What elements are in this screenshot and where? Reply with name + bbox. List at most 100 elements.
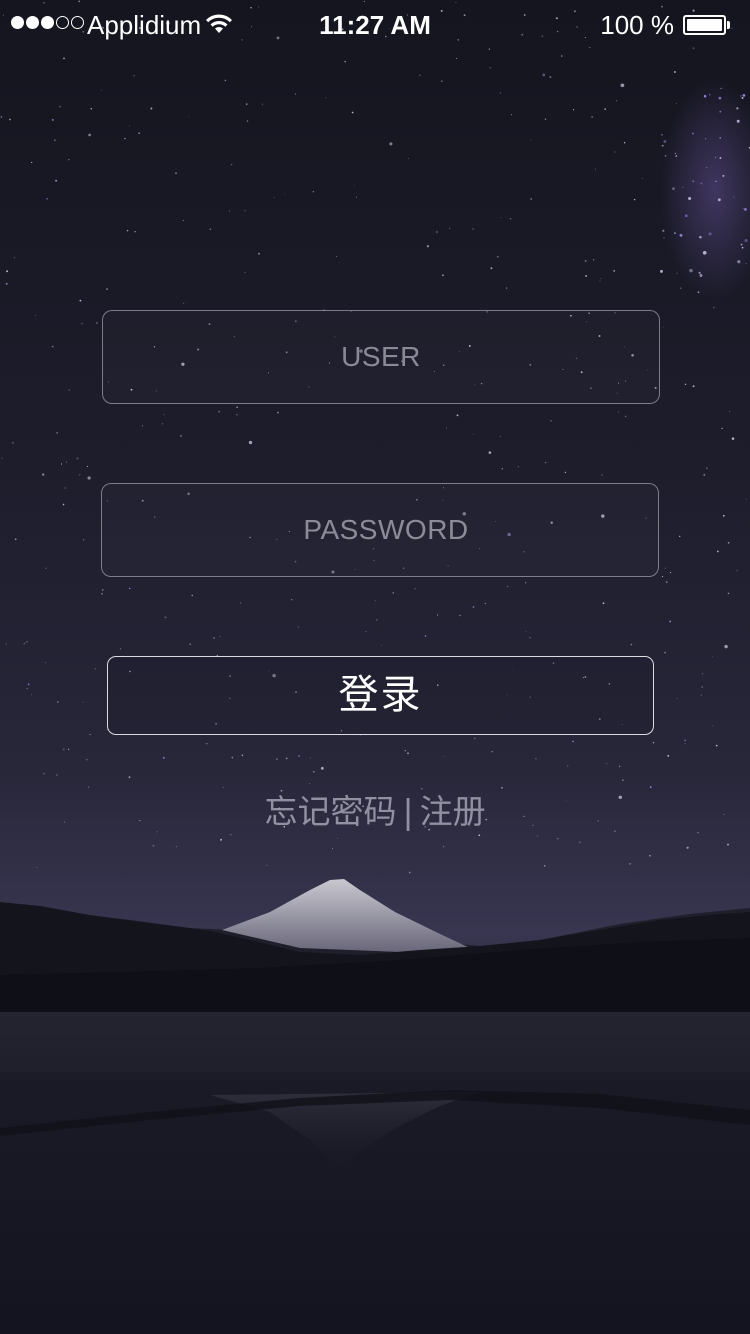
star xyxy=(414,588,416,590)
star xyxy=(472,228,475,230)
star xyxy=(436,231,438,233)
star xyxy=(182,302,185,305)
star xyxy=(404,750,406,752)
star xyxy=(709,94,711,96)
star xyxy=(676,272,678,274)
star xyxy=(699,274,703,277)
star xyxy=(629,863,631,865)
star xyxy=(88,133,91,137)
star xyxy=(392,592,394,594)
star xyxy=(68,389,70,391)
star xyxy=(724,644,728,649)
star xyxy=(65,461,68,463)
star xyxy=(222,786,224,788)
star xyxy=(544,118,547,120)
star xyxy=(119,648,122,650)
star xyxy=(142,425,143,427)
star xyxy=(676,698,678,700)
star xyxy=(606,763,608,765)
star xyxy=(45,567,47,569)
star xyxy=(90,107,93,110)
star xyxy=(700,694,702,696)
star xyxy=(67,748,70,750)
star xyxy=(602,602,605,605)
star xyxy=(241,754,244,757)
star xyxy=(164,616,167,619)
star xyxy=(228,210,230,212)
password-field[interactable] xyxy=(101,483,664,577)
star xyxy=(78,474,81,476)
star xyxy=(11,441,14,444)
star xyxy=(26,687,28,690)
star xyxy=(601,474,603,476)
login-button[interactable]: 登录 xyxy=(107,656,654,735)
star xyxy=(335,255,337,257)
star xyxy=(740,243,743,246)
star xyxy=(530,198,532,200)
star xyxy=(76,457,79,460)
star xyxy=(572,109,575,111)
star xyxy=(244,210,246,212)
star xyxy=(698,271,701,274)
star xyxy=(245,103,248,105)
star xyxy=(55,179,58,182)
star xyxy=(86,759,88,761)
star xyxy=(692,180,695,183)
star xyxy=(624,415,627,418)
star xyxy=(213,637,215,639)
star xyxy=(478,834,481,837)
forgot-password-link[interactable]: 忘记密码 xyxy=(264,792,396,831)
star xyxy=(220,838,223,841)
star xyxy=(702,673,704,675)
star xyxy=(236,406,238,408)
star xyxy=(733,196,735,198)
star xyxy=(700,182,703,185)
star xyxy=(128,125,130,127)
star xyxy=(134,231,136,233)
star xyxy=(31,694,33,696)
star xyxy=(128,776,131,779)
star xyxy=(83,539,85,541)
star xyxy=(294,93,297,95)
star xyxy=(424,635,427,637)
username-field[interactable] xyxy=(102,310,660,404)
star xyxy=(175,172,177,175)
star xyxy=(261,103,263,105)
star xyxy=(101,89,102,91)
battery-cap xyxy=(727,21,730,29)
star xyxy=(36,866,38,868)
register-link[interactable]: 注册 xyxy=(420,792,486,831)
star xyxy=(567,765,569,767)
star xyxy=(351,111,354,114)
star xyxy=(1,457,3,459)
star xyxy=(599,280,601,283)
star xyxy=(741,246,744,249)
star xyxy=(652,742,655,744)
star xyxy=(689,268,693,273)
star xyxy=(87,476,91,480)
star xyxy=(182,220,184,221)
star xyxy=(408,871,411,874)
star xyxy=(60,463,63,465)
star xyxy=(95,321,98,324)
star xyxy=(138,132,140,134)
star xyxy=(236,414,238,416)
star xyxy=(42,473,45,476)
star xyxy=(550,420,552,422)
star xyxy=(719,137,722,139)
username-input[interactable] xyxy=(103,311,659,403)
star xyxy=(63,57,65,60)
star xyxy=(64,487,66,489)
star xyxy=(622,779,624,782)
star xyxy=(459,614,461,617)
star xyxy=(660,269,663,273)
star xyxy=(5,282,8,285)
password-input[interactable] xyxy=(102,484,664,576)
star xyxy=(663,139,667,144)
star xyxy=(706,467,708,469)
star xyxy=(258,252,260,255)
star xyxy=(686,846,689,849)
star xyxy=(473,737,476,740)
star xyxy=(664,567,666,569)
star xyxy=(701,686,704,688)
